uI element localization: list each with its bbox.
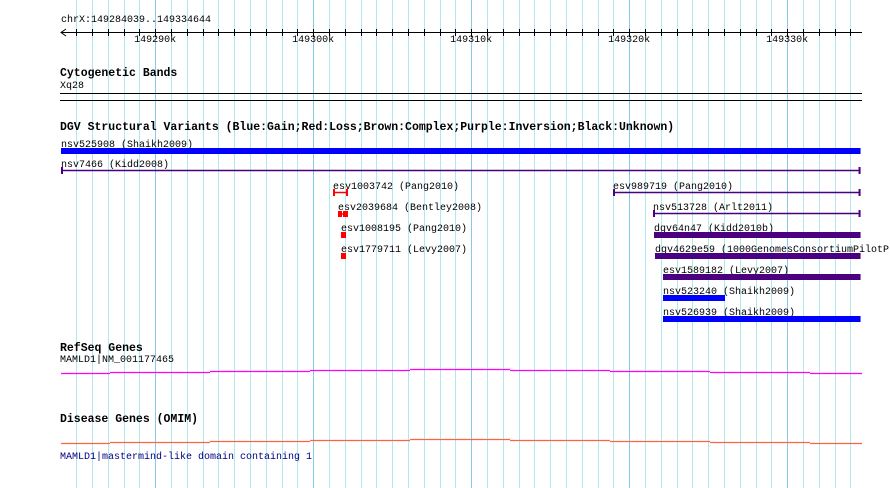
sv-feature-bar — [340, 232, 347, 238]
sv-feature-start-tick — [61, 167, 63, 174]
feature-layer — [61, 148, 862, 445]
sv-feature-bar — [662, 316, 861, 322]
sv-feature-bar — [654, 232, 861, 238]
sv-feature-end-tick — [858, 189, 861, 196]
sv-feature-block — [342, 211, 346, 217]
sv-feature-end-tick — [858, 167, 861, 174]
sv-feature-start-tick — [653, 210, 656, 217]
sv-feature-bar — [662, 274, 861, 280]
sv-feature-start-tick — [332, 189, 335, 196]
sv-feature-start-tick — [612, 189, 615, 196]
sv-feature-end-tick — [858, 210, 861, 217]
sv-feature-bar — [662, 295, 726, 301]
sv-feature-block — [345, 211, 348, 217]
sv-feature-end-tick — [345, 189, 348, 196]
sv-feature-bar — [655, 253, 861, 259]
sv-feature-bar — [61, 148, 861, 154]
sv-feature-block — [337, 211, 342, 217]
sv-feature-bar — [340, 253, 347, 259]
